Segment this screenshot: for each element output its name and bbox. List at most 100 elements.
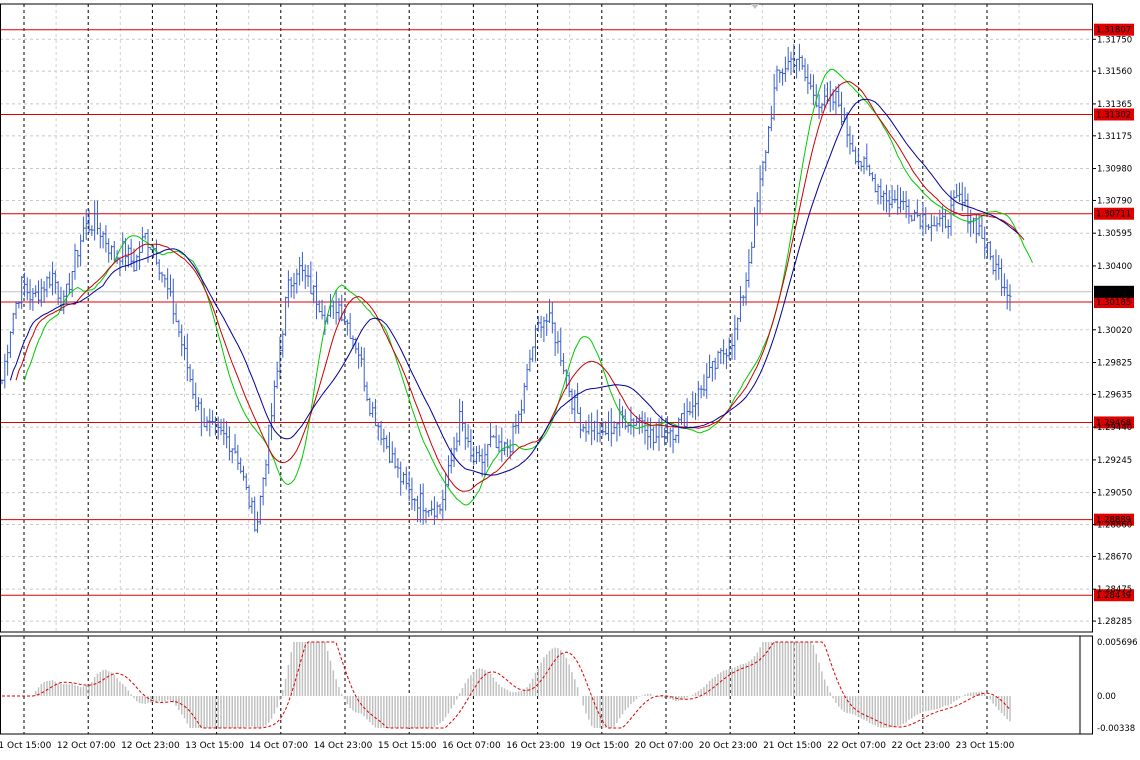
- price-bar: [705, 362, 709, 399]
- price-bar: [986, 242, 990, 258]
- price-bar: [230, 448, 234, 464]
- price-bar: [604, 421, 608, 436]
- price-bar: [772, 73, 776, 121]
- price-bar: [573, 389, 577, 423]
- price-bar: [713, 357, 717, 380]
- price-bar: [691, 391, 695, 418]
- price-bar: [800, 55, 804, 70]
- price-bar: [775, 65, 779, 92]
- price-bar: [345, 319, 349, 336]
- price-bar: [34, 285, 38, 298]
- price-bar: [202, 407, 206, 427]
- price-bar: [862, 156, 866, 175]
- price-bar: [373, 398, 377, 427]
- price-bar: [399, 461, 403, 496]
- price-tick-label: 1.28860: [1097, 521, 1132, 531]
- price-bar: [81, 216, 85, 243]
- price-bar: [769, 105, 773, 132]
- price-bar: [545, 313, 549, 336]
- price-bar: [48, 271, 52, 289]
- price-bar: [868, 164, 872, 177]
- price-bar: [910, 214, 914, 222]
- price-bar: [3, 353, 7, 389]
- price-bar: [432, 496, 436, 525]
- price-bar: [494, 424, 498, 449]
- price-bar: [514, 413, 518, 434]
- price-bar: [270, 403, 274, 441]
- price-bar: [932, 215, 936, 227]
- price-bar: [298, 256, 302, 286]
- price-bar: [191, 369, 195, 400]
- moving-averages: [9, 68, 1033, 506]
- price-bar: [168, 274, 172, 297]
- price-bar: [671, 427, 675, 454]
- price-bar: [747, 249, 751, 288]
- price-bar: [480, 448, 484, 477]
- price-bar: [764, 150, 768, 172]
- price-bar: [51, 261, 55, 296]
- time-label: 22 Oct 07:00: [827, 741, 886, 751]
- price-bar: [592, 420, 596, 441]
- price-bar: [236, 444, 240, 470]
- price-bar: [73, 243, 77, 280]
- price-bar: [519, 399, 523, 423]
- price-bar: [893, 189, 897, 204]
- price-bar: [314, 271, 318, 320]
- price-bar: [393, 447, 397, 469]
- price-bar: [452, 436, 456, 468]
- price-bar: [357, 342, 361, 369]
- price-bar: [859, 161, 863, 172]
- level-price-label: 1.31302: [1096, 110, 1131, 120]
- time-label: 14 Oct 23:00: [314, 741, 373, 751]
- price-bar: [688, 401, 692, 416]
- price-bar: [25, 277, 29, 301]
- price-bar: [253, 496, 257, 532]
- price-bar: [752, 207, 756, 248]
- price-tick-label: 1.30595: [1097, 229, 1132, 239]
- price-bar: [913, 209, 917, 221]
- price-bar: [76, 249, 80, 268]
- chart-canvas[interactable]: 1.318071.313021.307111.301851.294681.288…: [0, 0, 1140, 756]
- price-bar: [722, 339, 726, 365]
- price-bar: [45, 276, 49, 298]
- price-bar: [924, 207, 928, 234]
- price-bar: [407, 471, 411, 502]
- price-bar: [929, 213, 933, 242]
- price-bar: [157, 259, 161, 281]
- price-bar: [971, 217, 975, 234]
- price-bar: [643, 412, 647, 445]
- forex-chart-window[interactable]: 1.31807 1.31302 1.30711 1.30185 1.29468 1.288…: [0, 0, 1140, 756]
- price-tick-label: 1.29050: [1097, 489, 1132, 499]
- price-bar: [110, 245, 114, 260]
- price-bar: [444, 472, 448, 511]
- price-tick-label: 1.29635: [1097, 390, 1132, 400]
- price-bar: [884, 184, 888, 213]
- price-bar: [615, 422, 619, 442]
- price-bar: [247, 485, 251, 509]
- price-bar: [955, 183, 959, 198]
- price-bar: [733, 315, 737, 361]
- price-bar: [413, 498, 417, 512]
- price-bar: [991, 255, 995, 275]
- price-bar: [550, 302, 554, 334]
- price-bar: [404, 466, 408, 490]
- price-bar: [915, 199, 919, 218]
- price-bar: [767, 126, 771, 154]
- horizontal-levels[interactable]: 1.318071.313021.307111.301851.294681.288…: [0, 23, 1134, 602]
- current-price-label: 1.30246: [1096, 288, 1131, 298]
- price-bar: [938, 209, 942, 227]
- time-label: 12 Oct 07:00: [57, 741, 116, 751]
- price-bar: [637, 414, 641, 435]
- price-bar: [531, 346, 535, 363]
- time-label: 19 Oct 15:00: [570, 741, 629, 751]
- price-bar: [359, 346, 363, 367]
- price-bar: [618, 398, 622, 437]
- price-tick-label: 1.28285: [1097, 617, 1132, 627]
- price-bar: [856, 148, 860, 166]
- price-bar: [199, 398, 203, 437]
- price-bar: [93, 200, 97, 241]
- price-bar: [410, 477, 414, 510]
- price-bar: [702, 374, 706, 397]
- price-bar: [98, 222, 102, 249]
- price-tick-label: 1.29825: [1097, 358, 1132, 368]
